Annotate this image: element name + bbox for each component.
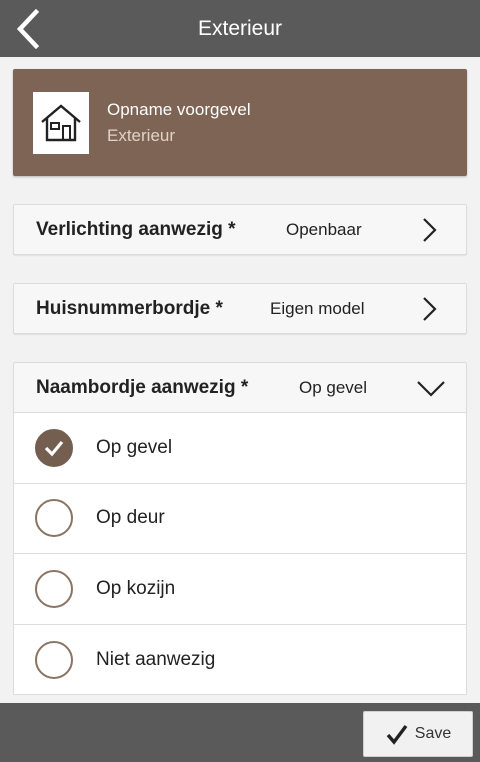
field-label: Verlichting aanwezig * [36,218,236,240]
back-button[interactable] [6,6,50,52]
field-value: Openbaar [286,219,362,239]
save-button[interactable]: Save [363,711,473,757]
top-app-bar: Exterieur [0,0,480,57]
option-op-kozijn[interactable]: Op kozijn [14,554,466,625]
page-title: Exterieur [197,16,283,40]
option-label: Op kozijn [96,577,176,599]
checkmark-icon [386,724,408,745]
header-card: Opname voorgevel Exterieur [13,69,467,176]
option-op-deur[interactable]: Op deur [14,484,466,554]
chevron-right-icon [423,297,437,321]
option-label: Op deur [96,507,165,529]
save-label: Save [414,725,452,742]
checkmark-icon [44,440,64,457]
field-value: Eigen model [270,298,365,318]
option-label: Niet aanwezig [96,648,216,670]
field-label: Naambordje aanwezig * [36,376,249,398]
header-title: Opname voorgevel [107,99,251,119]
house-icon-box [33,91,89,154]
option-label: Op gevel [96,436,173,458]
radio-unchecked[interactable] [35,499,73,538]
chevron-down-icon [417,381,445,397]
option-niet-aanwezig[interactable]: Niet aanwezig [14,625,466,696]
naambordje-options: Op gevel Op deur Op kozijn Niet aanwezig [13,413,467,695]
bottom-bar: Save [0,703,480,762]
field-label: Huisnummerbordje * [36,297,223,319]
chevron-left-icon [16,9,40,49]
field-verlichting[interactable]: Verlichting aanwezig * Openbaar [13,204,467,255]
radio-unchecked[interactable] [35,640,73,679]
field-huisnummerbordje[interactable]: Huisnummerbordje * Eigen model [13,283,467,334]
header-subtitle: Exterieur [107,125,176,145]
chevron-right-icon [423,218,437,242]
radio-checked[interactable] [35,428,73,467]
house-icon [41,103,81,141]
field-naambordje[interactable]: Naambordje aanwezig * Op gevel [13,362,467,413]
field-value: Op gevel [299,377,368,397]
radio-unchecked[interactable] [35,569,73,608]
option-op-gevel[interactable]: Op gevel [14,413,466,484]
